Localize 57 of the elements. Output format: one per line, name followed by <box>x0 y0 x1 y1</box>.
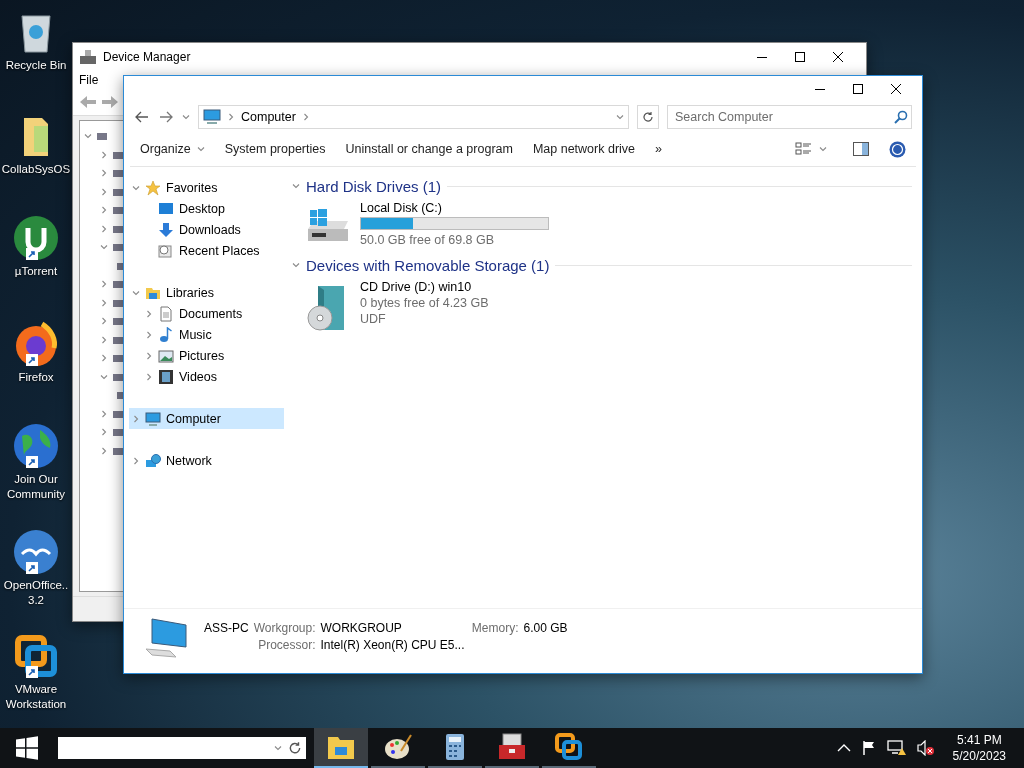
nav-label: Recent Places <box>179 243 260 258</box>
desktop-icon-label[interactable]: OpenOffice.. 3.2 <box>0 578 72 608</box>
nav-item[interactable]: Network <box>129 450 284 471</box>
nav-label: Downloads <box>179 222 241 237</box>
detail-value: 6.00 GB <box>523 621 568 635</box>
drive-item[interactable]: CD Drive (D:) win10 0 bytes free of 4.23 GB UDF <box>292 276 912 340</box>
nav-label: Pictures <box>179 348 225 363</box>
nav-item[interactable]: Libraries <box>129 282 284 303</box>
nav-label: Desktop <box>179 201 225 216</box>
drive-item[interactable]: Local Disk (C:) 50.0 GB free of 69.8 GB <box>292 197 912 254</box>
nav-item[interactable]: Music <box>129 324 284 345</box>
nav-item[interactable]: Documents <box>129 303 284 324</box>
detail-label: Processor: <box>257 638 316 652</box>
nav-label: Libraries <box>166 285 214 300</box>
nav-item[interactable]: Recent Places <box>129 240 284 261</box>
nav-item[interactable]: Favorites <box>129 177 284 198</box>
desktop-icon-label[interactable]: VMware Workstation <box>0 682 72 712</box>
computer-name: ASS-PC <box>204 621 249 635</box>
drive-name: CD Drive (D:) win10 <box>360 279 473 295</box>
drive-detail: 0 bytes free of 4.23 GB <box>360 295 489 311</box>
nav-item[interactable]: Videos <box>129 366 284 387</box>
clock-date[interactable]: 5/20/2023 <box>952 748 1006 764</box>
nav-item[interactable]: Desktop <box>129 198 284 219</box>
detail-value: Intel(R) Xeon(R) CPU E5... <box>320 638 466 652</box>
drive-detail: 50.0 GB free of 69.8 GB <box>360 232 496 248</box>
desktop-icon-label[interactable]: Join Our Community <box>0 472 72 502</box>
nav-item[interactable]: Downloads <box>129 219 284 240</box>
toolbar-button[interactable]: » <box>645 138 672 160</box>
search-field[interactable]: Search Computer <box>667 105 912 129</box>
detail-label: Memory: <box>471 621 519 635</box>
toolbar-button[interactable]: Map network drive <box>522 138 646 160</box>
toolbar-button[interactable]: System properties <box>214 138 336 160</box>
desktop-icon-label[interactable]: CollabSysOS <box>1 162 71 177</box>
nav-label: Network <box>166 453 212 468</box>
group-title: Devices with Removable Storage (1) <box>306 256 550 274</box>
nav-label: Computer <box>166 411 221 426</box>
toolbar-button[interactable]: Organize <box>140 138 215 160</box>
desktop-icon-label[interactable]: µTorrent <box>14 264 58 279</box>
nav-label: Music <box>179 327 212 342</box>
toolbar-button[interactable]: Uninstall or change a program <box>335 138 523 160</box>
address-bar[interactable]: Computer <box>198 105 629 129</box>
drive-name: Local Disk (C:) <box>360 200 443 216</box>
window-title: Device Manager <box>103 50 192 64</box>
desktop-icon-label[interactable]: Firefox <box>18 370 54 385</box>
clock-time[interactable]: 5:41 PM <box>956 732 1002 748</box>
drive-detail: UDF <box>360 311 387 327</box>
breadcrumb-item[interactable]: Computer <box>241 110 296 124</box>
menu-item[interactable]: File <box>73 73 105 87</box>
detail-value: WORKGROUP <box>320 621 402 635</box>
nav-item[interactable]: Pictures <box>129 345 284 366</box>
nav-item[interactable]: Computer <box>129 408 284 429</box>
group-title: Hard Disk Drives (1) <box>306 177 441 195</box>
desktop-icon-label[interactable]: Recycle Bin <box>5 58 67 73</box>
detail-label: Workgroup: <box>253 621 316 635</box>
nav-label: Videos <box>179 369 217 384</box>
nav-label: Documents <box>179 306 243 321</box>
nav-label: Favorites <box>166 180 218 195</box>
